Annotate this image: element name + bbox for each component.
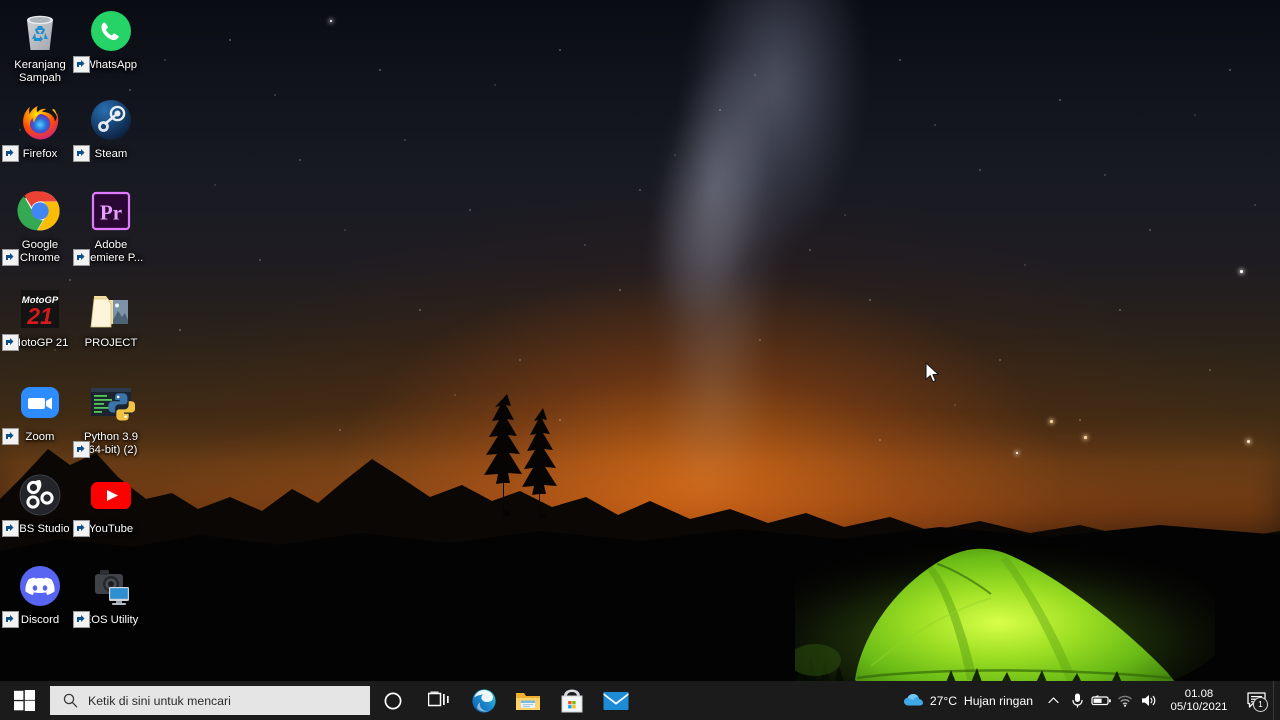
motogp-21-icon: MotoGP 21 bbox=[16, 286, 64, 334]
mail-icon bbox=[603, 691, 629, 710]
adobe-premiere-pro-icon: Pr bbox=[87, 188, 135, 236]
network-tray-icon[interactable] bbox=[1113, 681, 1137, 720]
volume-tray-icon[interactable] bbox=[1137, 681, 1161, 720]
clock-time: 01.08 bbox=[1184, 687, 1214, 700]
project-folder-icon bbox=[87, 286, 135, 334]
desktop-icon-motogp-21[interactable]: MotoGP 21 MotoGP 21 bbox=[2, 286, 76, 352]
shortcut-overlay-icon bbox=[2, 428, 19, 446]
shortcut-overlay-icon bbox=[73, 441, 90, 459]
svg-text:Pr: Pr bbox=[100, 201, 122, 225]
battery-tray-icon[interactable] bbox=[1089, 681, 1113, 720]
windows-logo-icon bbox=[13, 690, 35, 711]
desktop-icon-zoom[interactable]: Zoom bbox=[2, 380, 76, 446]
action-center-button[interactable]: 1 bbox=[1239, 681, 1273, 720]
weather-temperature: 27°C bbox=[929, 693, 958, 708]
desktop-icon-adobe-premiere-pro[interactable]: Pr Adobe Premiere P... bbox=[73, 188, 147, 267]
desktop-icon-obs-studio[interactable]: OBS Studio bbox=[2, 472, 76, 538]
desktop-icon-label: PROJECT bbox=[84, 337, 138, 349]
search-input[interactable]: Ketik di sini untuk mencari bbox=[50, 686, 370, 715]
speaker-icon bbox=[1142, 695, 1156, 706]
show-hidden-icons-button[interactable] bbox=[1041, 681, 1065, 720]
desktop-icon-discord[interactable]: Discord bbox=[2, 563, 76, 629]
recycle-bin-icon bbox=[16, 8, 64, 56]
shortcut-overlay-icon bbox=[2, 249, 19, 267]
firefox-icon bbox=[16, 97, 64, 145]
desktop-icon-google-chrome[interactable]: Google Chrome bbox=[2, 188, 76, 267]
shortcut-overlay-icon bbox=[73, 520, 90, 538]
cloud-icon bbox=[903, 694, 923, 706]
python-39-icon bbox=[87, 380, 136, 428]
bright-star bbox=[1240, 270, 1243, 273]
weather-text: 27°C Hujan ringan bbox=[930, 694, 1033, 708]
clock-date: 05/10/2021 bbox=[1170, 700, 1228, 713]
youtube-icon bbox=[87, 472, 135, 520]
wifi-icon bbox=[1117, 695, 1132, 707]
notification-badge: 1 bbox=[1253, 697, 1268, 712]
svg-text:21: 21 bbox=[26, 303, 53, 329]
eos-utility-icon bbox=[87, 563, 135, 611]
shortcut-overlay-icon bbox=[73, 249, 90, 267]
edge-icon bbox=[472, 688, 496, 713]
desktop-icon-youtube[interactable]: YouTube bbox=[73, 472, 147, 538]
desktop-icon-firefox[interactable]: Firefox bbox=[2, 97, 76, 163]
shortcut-overlay-icon bbox=[2, 520, 19, 538]
shortcut-overlay-icon bbox=[2, 334, 19, 352]
obs-studio-icon bbox=[16, 472, 64, 520]
battery-icon bbox=[1090, 695, 1111, 706]
microphone-icon bbox=[1071, 693, 1083, 708]
desktop-icon-grid: Keranjang Sampah WhatsApp Firefox Steam … bbox=[0, 0, 160, 681]
microsoft-store-icon bbox=[561, 689, 583, 712]
desktop-icon-python-39[interactable]: Python 3.9 (64-bit) (2) bbox=[73, 380, 147, 459]
cortana-icon bbox=[384, 692, 402, 709]
desktop-icon-steam[interactable]: Steam bbox=[73, 97, 147, 163]
whatsapp-icon bbox=[87, 8, 135, 56]
shortcut-overlay-icon bbox=[73, 56, 90, 74]
search-placeholder: Ketik di sini untuk mencari bbox=[88, 693, 231, 708]
desktop-screen: Keranjang Sampah WhatsApp Firefox Steam … bbox=[0, 0, 1280, 720]
taskbar-app-file-explorer[interactable] bbox=[506, 681, 550, 720]
steam-icon bbox=[87, 97, 135, 145]
microphone-tray-icon[interactable] bbox=[1065, 681, 1089, 720]
task-view-icon bbox=[428, 691, 449, 707]
desktop-wallpaper[interactable] bbox=[0, 0, 1280, 681]
shortcut-overlay-icon bbox=[2, 611, 19, 629]
file-explorer-icon bbox=[516, 692, 540, 710]
shortcut-overlay-icon bbox=[73, 145, 90, 163]
taskbar-clock[interactable]: 01.08 05/10/2021 bbox=[1161, 681, 1239, 720]
glowing-tent bbox=[795, 540, 1215, 681]
desktop-icon-recycle-bin[interactable]: Keranjang Sampah bbox=[4, 8, 76, 85]
shortcut-overlay-icon bbox=[73, 611, 90, 629]
desktop-icon-project-folder[interactable]: PROJECT bbox=[75, 286, 147, 350]
zoom-icon bbox=[16, 380, 64, 428]
taskbar: Ketik di sini untuk mencari 27°C Hujan r… bbox=[0, 681, 1280, 720]
taskbar-app-microsoft-store[interactable] bbox=[550, 681, 594, 720]
taskbar-weather-widget[interactable]: 27°C Hujan ringan bbox=[897, 681, 1041, 720]
taskbar-app-edge[interactable] bbox=[462, 681, 506, 720]
google-chrome-icon bbox=[16, 188, 64, 236]
system-tray: 27°C Hujan ringan 01.08 05/10/2021 1 bbox=[897, 681, 1280, 720]
show-desktop-button[interactable] bbox=[1273, 681, 1280, 720]
taskbar-app-mail[interactable] bbox=[594, 681, 638, 720]
task-view-button[interactable] bbox=[416, 681, 462, 720]
shortcut-overlay-icon bbox=[2, 145, 19, 163]
desktop-icon-label: Keranjang Sampah bbox=[14, 59, 66, 85]
start-button[interactable] bbox=[0, 681, 48, 720]
chevron-up-icon bbox=[1047, 697, 1059, 704]
cortana-button[interactable] bbox=[370, 681, 416, 720]
desktop-icon-eos-utility[interactable]: EOS Utility bbox=[73, 563, 147, 629]
discord-icon bbox=[16, 563, 64, 611]
desktop-icon-whatsapp[interactable]: WhatsApp bbox=[73, 8, 147, 74]
weather-condition: Hujan ringan bbox=[963, 693, 1033, 708]
search-icon bbox=[63, 693, 78, 708]
